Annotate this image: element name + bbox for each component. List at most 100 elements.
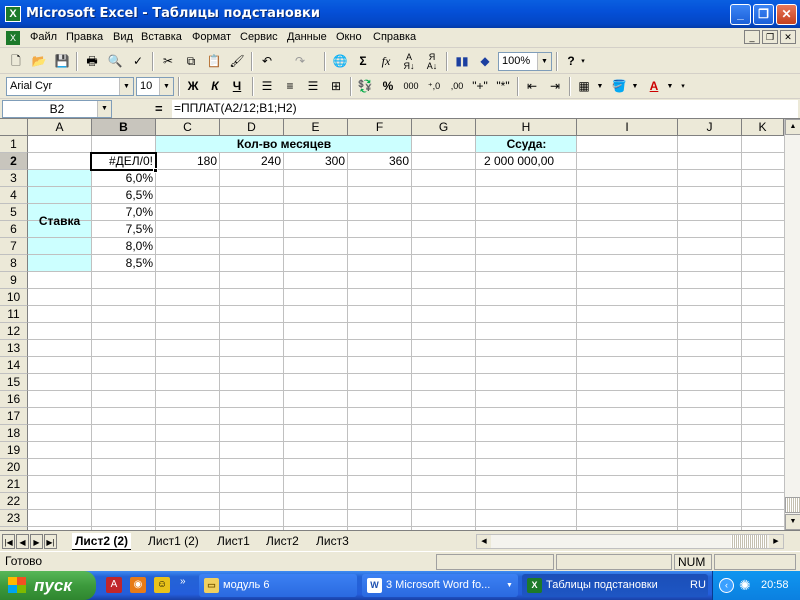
row-header[interactable]: 9: [0, 272, 28, 289]
cell-c2[interactable]: 180: [156, 153, 220, 170]
task-excel[interactable]: X Таблицы подстановки: [522, 574, 708, 597]
cell-d1[interactable]: Кол-во месяцев: [156, 136, 412, 153]
scroll-thumb[interactable]: [785, 497, 800, 513]
column-header-d[interactable]: D: [220, 119, 284, 136]
cell-b5[interactable]: 7,0%: [92, 204, 156, 221]
hyperlink-icon[interactable]: 🌐: [330, 52, 350, 71]
quote-plus-icon[interactable]: "+": [470, 77, 490, 96]
zoom-select[interactable]: 100% ▼: [498, 52, 552, 71]
menu-help[interactable]: Справка: [373, 31, 416, 43]
menu-window[interactable]: Окно: [336, 31, 362, 43]
spreadsheet-grid[interactable]: A B C D E F G H I J K 1 2 3 4 5 6 7 8 9 …: [0, 119, 784, 530]
next-sheet-icon[interactable]: ▶: [30, 534, 43, 549]
column-header-i[interactable]: I: [577, 119, 678, 136]
font-size-select[interactable]: 10 ▼: [136, 77, 174, 96]
menu-edit[interactable]: Правка: [66, 31, 103, 43]
scroll-up-icon[interactable]: ▲: [785, 119, 800, 135]
chevron-down-icon[interactable]: ▼: [537, 53, 551, 70]
minimize-button[interactable]: _: [730, 4, 751, 25]
row-header[interactable]: 10: [0, 289, 28, 306]
row-header[interactable]: 20: [0, 459, 28, 476]
toolbar-options-icon[interactable]: ▾: [678, 77, 688, 96]
last-sheet-icon[interactable]: ▶|: [44, 534, 57, 549]
prev-sheet-icon[interactable]: ◀: [16, 534, 29, 549]
sheet-tab-list1-2[interactable]: Лист1 (2): [145, 533, 202, 550]
quick-launch-icon[interactable]: ☺: [154, 577, 170, 593]
row-header[interactable]: 6: [0, 221, 28, 238]
sheet-tab-list1[interactable]: Лист1: [214, 533, 253, 550]
tray-antivirus-icon[interactable]: ✺: [739, 576, 751, 594]
row-header[interactable]: 19: [0, 442, 28, 459]
scroll-down-icon[interactable]: ▼: [785, 514, 800, 530]
print-icon[interactable]: 🖶: [82, 52, 102, 71]
fill-color-icon[interactable]: 🪣: [609, 77, 629, 96]
sheet-tab-list2-2[interactable]: Лист2 (2): [72, 533, 132, 550]
column-header-b[interactable]: B: [92, 119, 156, 136]
cell-b6[interactable]: 7,5%: [92, 221, 156, 238]
copy-icon[interactable]: ⧉: [181, 52, 201, 71]
undo-icon[interactable]: ↶: [257, 52, 277, 71]
sort-ascending-icon[interactable]: А Я↓: [399, 52, 419, 71]
row-header[interactable]: 12: [0, 323, 28, 340]
sort-descending-icon[interactable]: Я А↓: [422, 52, 442, 71]
tray-chevron-icon[interactable]: ‹: [719, 578, 734, 593]
cell-d2[interactable]: 240: [220, 153, 284, 170]
horizontal-scroll-thumb[interactable]: [731, 535, 767, 548]
scroll-left-icon[interactable]: ◀: [477, 535, 491, 548]
percent-button[interactable]: %: [378, 77, 398, 96]
underline-button[interactable]: Ч: [227, 77, 247, 96]
cell-h1[interactable]: Ссуда:: [476, 136, 577, 153]
task-word[interactable]: W 3 Microsoft Word fo... ▼: [362, 574, 518, 597]
row-header[interactable]: 18: [0, 425, 28, 442]
increase-indent-icon[interactable]: ⇥: [545, 77, 565, 96]
menu-tools[interactable]: Сервис: [240, 31, 278, 43]
cell-h2[interactable]: 2 000 000,00: [476, 153, 577, 170]
borders-icon[interactable]: ▦: [574, 77, 594, 96]
column-header-j[interactable]: J: [678, 119, 742, 136]
select-all-corner[interactable]: [0, 119, 28, 136]
row-header[interactable]: 15: [0, 374, 28, 391]
row-header[interactable]: 14: [0, 357, 28, 374]
sheet-tab-list2[interactable]: Лист2: [263, 533, 302, 550]
chevron-down-icon[interactable]: ▼: [665, 77, 675, 96]
italic-button[interactable]: К: [205, 77, 225, 96]
open-icon[interactable]: 📂: [29, 52, 49, 71]
row-header[interactable]: 17: [0, 408, 28, 425]
row-header[interactable]: 3: [0, 170, 28, 187]
cell-f2[interactable]: 360: [348, 153, 412, 170]
align-center-icon[interactable]: ≡: [280, 77, 300, 96]
row-header[interactable]: 16: [0, 391, 28, 408]
spelling-icon[interactable]: ✓: [128, 52, 148, 71]
column-header-a[interactable]: A: [28, 119, 92, 136]
chevron-down-icon[interactable]: ▼: [159, 78, 173, 95]
menu-insert[interactable]: Вставка: [141, 31, 182, 43]
quick-launch-more-icon[interactable]: »: [180, 576, 186, 587]
clock[interactable]: 20:58: [761, 571, 789, 600]
function-icon[interactable]: fx: [376, 52, 396, 71]
font-color-icon[interactable]: A: [644, 77, 664, 96]
menu-data[interactable]: Данные: [287, 31, 327, 43]
chevron-down-icon[interactable]: ▼: [595, 77, 605, 96]
chevron-down-icon[interactable]: ▼: [119, 78, 133, 95]
currency-icon[interactable]: 💱: [355, 77, 375, 96]
maximize-button[interactable]: ❐: [753, 4, 774, 25]
vertical-scrollbar[interactable]: ▲ ▼: [784, 119, 800, 530]
cut-icon[interactable]: ✂: [158, 52, 178, 71]
sheet-tab-list3[interactable]: Лист3: [313, 533, 352, 550]
task-module6[interactable]: ▭ модуль 6: [199, 574, 357, 597]
excel-app-icon[interactable]: X: [5, 6, 21, 22]
row-header[interactable]: 13: [0, 340, 28, 357]
row-header[interactable]: 21: [0, 476, 28, 493]
decrease-indent-icon[interactable]: ⇤: [522, 77, 542, 96]
cell-b8[interactable]: 8,5%: [92, 255, 156, 272]
row-header[interactable]: 7: [0, 238, 28, 255]
format-painter-icon[interactable]: 🖌: [227, 52, 247, 71]
doc-restore-button[interactable]: ❐: [762, 30, 778, 44]
increase-decimal-icon[interactable]: ⁺,0: [424, 77, 444, 96]
print-preview-icon[interactable]: 🔍: [105, 52, 125, 71]
cell-b7[interactable]: 8,0%: [92, 238, 156, 255]
start-button[interactable]: пуск: [0, 571, 96, 600]
first-sheet-icon[interactable]: |◀: [2, 534, 15, 549]
autosum-icon[interactable]: Σ: [353, 52, 373, 71]
font-name-select[interactable]: Arial Cyr ▼: [6, 77, 134, 96]
